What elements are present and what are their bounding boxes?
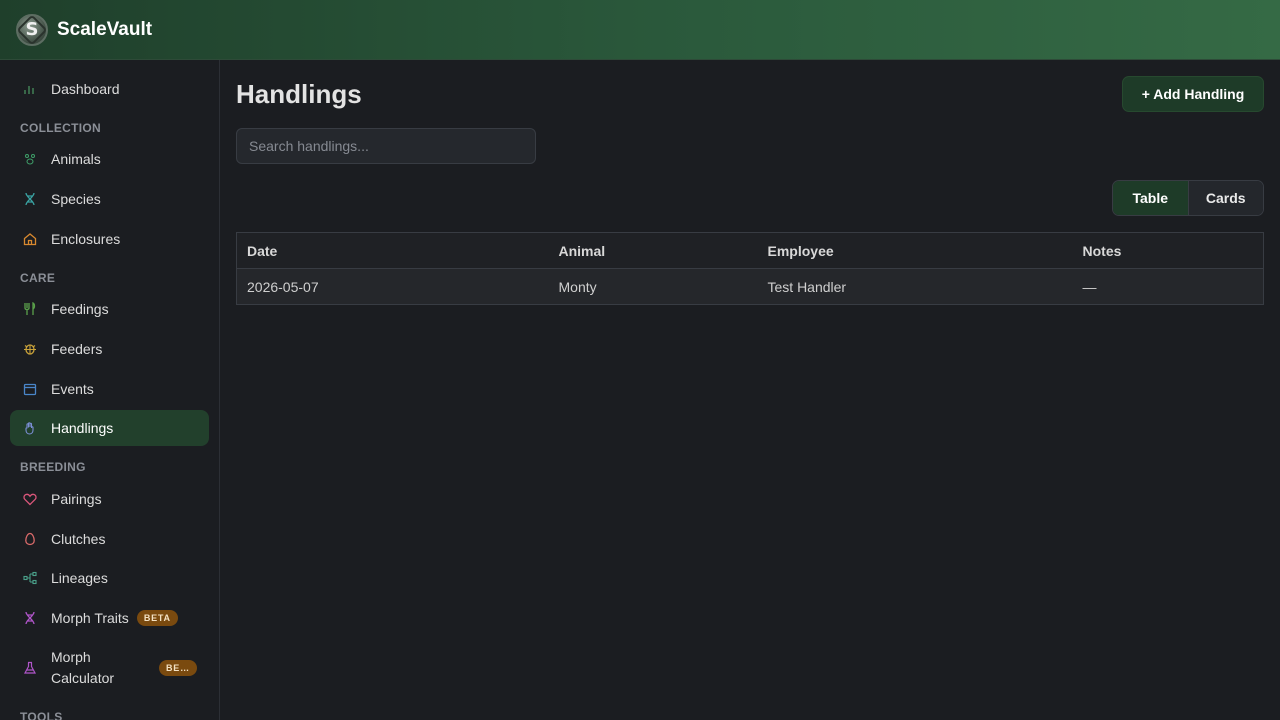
sidebar-item-label: Species (51, 191, 101, 207)
heart-icon (23, 492, 37, 506)
sidebar-item-pairings[interactable]: Pairings (10, 481, 209, 517)
add-handling-button[interactable]: + Add Handling (1122, 76, 1264, 112)
sidebar-item-label-line2: Calculator (51, 670, 115, 686)
sidebar-item-animals[interactable]: Animals (10, 141, 209, 177)
tree-icon (23, 571, 37, 585)
sidebar-item-label: Feedings (51, 301, 109, 317)
beta-badge: BETA (159, 660, 197, 676)
sidebar-item-label-line1: Morph (51, 649, 91, 665)
table-view-button[interactable]: Table (1113, 181, 1189, 215)
section-label-care: CARE (20, 271, 56, 285)
sidebar: Dashboard COLLECTION Animals Species Enc… (0, 60, 220, 720)
section-label-collection: COLLECTION (20, 121, 101, 135)
sidebar-item-label: Lineages (51, 570, 108, 586)
cell-employee: Test Handler (757, 268, 1073, 305)
sidebar-item-feeders[interactable]: Feeders (10, 331, 209, 367)
search-input[interactable] (236, 128, 536, 164)
sidebar-item-label: Dashboard (51, 81, 120, 97)
sidebar-item-species[interactable]: Species (10, 181, 209, 217)
cell-date: 2026-05-07 (236, 268, 549, 305)
section-label-breeding: BREEDING (20, 460, 86, 474)
sidebar-item-enclosures[interactable]: Enclosures (10, 221, 209, 257)
sidebar-item-lineages[interactable]: Lineages (10, 560, 209, 596)
flask-icon (23, 661, 37, 675)
page-title: Handlings (236, 79, 362, 109)
top-bar: S ScaleVault (0, 0, 1280, 60)
column-header-employee[interactable]: Employee (757, 232, 1073, 269)
hand-icon (23, 421, 37, 435)
sidebar-item-label: Events (51, 381, 94, 397)
table-header-row: Date Animal Employee Notes (236, 232, 1264, 269)
sidebar-item-morph-calculator[interactable]: Morph Calculator BETA (10, 646, 209, 690)
app-logo-icon[interactable]: S (16, 13, 48, 46)
table-row[interactable]: 2026-05-07 Monty Test Handler — (236, 268, 1264, 305)
column-header-notes[interactable]: Notes (1072, 232, 1264, 269)
sidebar-item-label: Enclosures (51, 231, 121, 247)
cell-animal: Monty (548, 268, 758, 305)
section-label-tools: TOOLS (20, 710, 63, 720)
app-name[interactable]: ScaleVault (57, 19, 152, 41)
calendar-icon (23, 382, 37, 396)
cell-notes: — (1072, 268, 1264, 305)
cards-view-button[interactable]: Cards (1188, 181, 1263, 215)
sidebar-item-dashboard[interactable]: Dashboard (10, 71, 209, 107)
column-header-date[interactable]: Date (236, 232, 549, 269)
sidebar-item-label: Morph Calculator (51, 647, 114, 689)
sidebar-item-label: Pairings (51, 491, 102, 507)
column-header-animal[interactable]: Animal (548, 232, 758, 269)
sidebar-item-label: Feeders (51, 341, 103, 357)
dna-icon (23, 611, 37, 625)
sidebar-item-label: Handlings (51, 420, 114, 436)
sidebar-item-handlings[interactable]: Handlings (10, 410, 209, 446)
paw-icon (23, 152, 37, 166)
fork-knife-icon (23, 302, 37, 316)
sidebar-item-clutches[interactable]: Clutches (10, 521, 209, 557)
sidebar-item-morph-traits[interactable]: Morph Traits BETA (10, 600, 209, 636)
main-content: Handlings + Add Handling Table Cards Dat… (220, 60, 1280, 720)
sidebar-item-label: Morph Traits (51, 610, 129, 626)
egg-icon (23, 532, 37, 546)
dna-icon (23, 192, 37, 206)
bug-icon (23, 342, 37, 356)
sidebar-item-events[interactable]: Events (10, 371, 209, 407)
beta-badge: BETA (136, 610, 178, 626)
sidebar-item-label: Animals (51, 151, 101, 167)
sidebar-item-feedings[interactable]: Feedings (10, 291, 209, 327)
handlings-table: Date Animal Employee Notes 2026-05-07 Mo… (236, 232, 1264, 305)
sidebar-item-label: Clutches (51, 531, 106, 547)
bar-chart-icon (23, 82, 37, 96)
view-toggle: Table Cards (1112, 180, 1264, 216)
home-icon (23, 232, 37, 246)
